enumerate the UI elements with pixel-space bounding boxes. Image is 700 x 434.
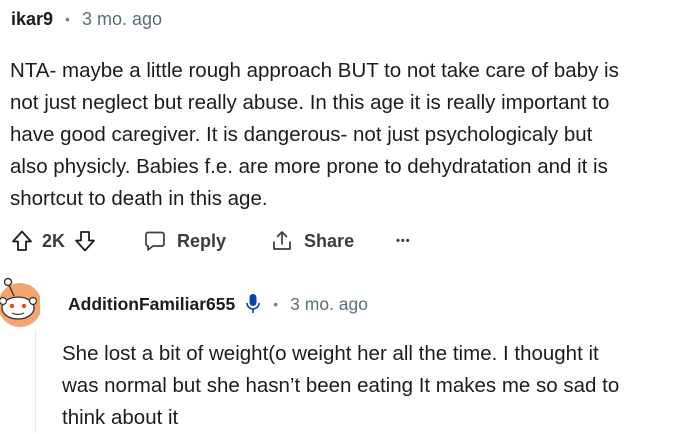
comment-timestamp[interactable]: 3 mo. ago xyxy=(82,9,162,30)
more-options-button[interactable]: ••• xyxy=(396,235,411,247)
downvote-icon[interactable] xyxy=(73,229,97,253)
meta-separator: • xyxy=(65,11,70,27)
comment-line: shortcut to death in this age. xyxy=(10,187,268,210)
reply-label: Reply xyxy=(177,230,227,251)
comment-line: have good caregiver. It is dangerous- no… xyxy=(10,123,593,146)
comment-username[interactable]: ikar9 xyxy=(11,9,53,30)
comment-line: NTA- maybe a little rough approach BUT t… xyxy=(10,59,619,82)
vote-count: 2K xyxy=(42,230,66,251)
share-icon xyxy=(270,229,294,253)
snoo-avatar[interactable] xyxy=(0,276,42,327)
microphone-icon xyxy=(245,293,261,315)
reply-body: She lost a bit of weight(o weight her al… xyxy=(62,338,619,434)
comment-bubble-icon xyxy=(143,229,167,253)
reply-line: was normal but she hasn’t been eating It… xyxy=(62,374,620,397)
comment-line: not just neglect but really abuse. In th… xyxy=(10,91,610,114)
comment-body: NTA- maybe a little rough approach BUT t… xyxy=(10,55,700,215)
share-button[interactable]: Share xyxy=(270,229,354,253)
meta-separator: • xyxy=(273,296,279,312)
thread-line[interactable] xyxy=(35,330,36,433)
reply-timestamp[interactable]: 3 mo. ago xyxy=(290,294,368,315)
comment-header: ikar9 • 3 mo. ago xyxy=(11,6,162,32)
comment-action-bar: 2K Reply Share ••• xyxy=(10,226,411,256)
reply-username[interactable]: AdditionFamiliar655 xyxy=(68,294,235,315)
more-options-icon: ••• xyxy=(396,235,411,247)
reply-button[interactable]: Reply xyxy=(143,229,226,253)
reply-line: think about it xyxy=(62,406,179,429)
upvote-icon[interactable] xyxy=(10,229,34,253)
reply-line: She lost a bit of weight(o weight her al… xyxy=(62,342,599,365)
comment-line: also physicly. Babies f.e. are more pron… xyxy=(10,155,608,178)
share-label: Share xyxy=(304,230,355,251)
reply-header: AdditionFamiliar655 • 3 mo. ago xyxy=(68,290,368,318)
